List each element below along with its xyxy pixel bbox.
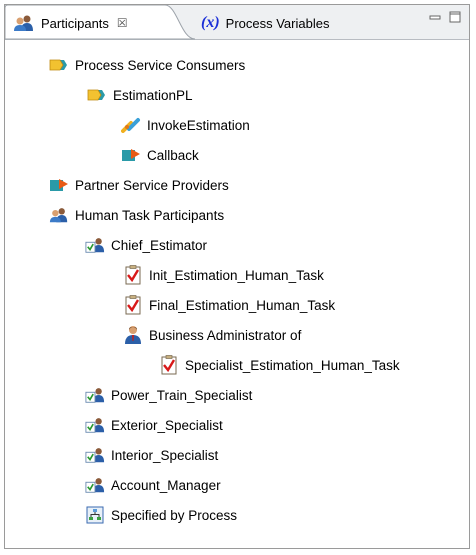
tree-item-chief-estimator[interactable]: Chief_Estimator [85, 233, 207, 257]
role-icon [85, 476, 105, 494]
tree-item-label: Final_Estimation_Human_Task [149, 297, 336, 313]
tree-item-invoke-estimation[interactable]: InvokeEstimation [121, 113, 250, 137]
tree-item-human-task-participants[interactable]: Human Task Participants [49, 203, 224, 227]
tree-item-interior-specialist[interactable]: Interior_Specialist [85, 443, 218, 467]
human-task-icon [123, 265, 143, 285]
admin-person-icon [123, 326, 143, 344]
human-task-icon [123, 295, 143, 315]
tree-item-label: Exterior_Specialist [111, 417, 223, 433]
tree-item-label: Business Administrator of [149, 327, 302, 343]
tree-item-label: InvokeEstimation [147, 117, 250, 133]
variable-icon: (x) [201, 14, 220, 31]
tree-item-label: Chief_Estimator [111, 237, 208, 253]
tree-item-label: Partner Service Providers [75, 177, 229, 193]
tree-item-specialist-estimation[interactable]: Specialist_Estimation_Human_Task [159, 353, 400, 377]
tree-item-account-manager[interactable]: Account_Manager [85, 473, 221, 497]
tree-item-final-estimation[interactable]: Final_Estimation_Human_Task [123, 293, 335, 317]
tree-item-label: Process Service Consumers [75, 57, 246, 73]
process-icon [85, 506, 105, 524]
maximize-icon[interactable] [449, 11, 461, 26]
people-icon [13, 14, 35, 32]
window-controls [429, 11, 461, 26]
tab-bar: Participants ☒ (x) Process Variables [5, 5, 469, 40]
service-consumer-icon [49, 56, 69, 74]
tree-item-label: EstimationPL [113, 87, 193, 103]
tree-item-power-train-specialist[interactable]: Power_Train_Specialist [85, 383, 252, 407]
service-provider-icon [49, 176, 69, 194]
participants-tree: Process Service Consumers EstimationPL I… [5, 39, 469, 548]
tree-item-exterior-specialist[interactable]: Exterior_Specialist [85, 413, 223, 437]
invoke-icon [121, 116, 141, 134]
tab-process-variables[interactable]: (x) Process Variables [201, 14, 329, 32]
tab-participants[interactable]: Participants ☒ [5, 5, 196, 40]
close-icon[interactable]: ☒ [117, 16, 128, 30]
tree-item-process-service-consumers[interactable]: Process Service Consumers [49, 53, 245, 77]
callback-icon [121, 146, 141, 164]
role-icon [85, 386, 105, 404]
role-icon [85, 416, 105, 434]
tree-item-partner-service-providers[interactable]: Partner Service Providers [49, 173, 229, 197]
tree-item-estimationpl[interactable]: EstimationPL [87, 83, 193, 107]
role-icon [85, 236, 105, 254]
people-icon [49, 206, 69, 224]
tree-item-label: Callback [147, 147, 199, 163]
tab-process-variables-label: Process Variables [225, 15, 330, 31]
tree-item-label: Specified by Process [111, 507, 238, 523]
role-icon [85, 446, 105, 464]
tab-participants-label: Participants [41, 15, 109, 31]
participants-view: Participants ☒ (x) Process Variables Pro… [4, 4, 470, 549]
tree-item-label: Init_Estimation_Human_Task [149, 267, 324, 283]
tree-item-business-administrator[interactable]: Business Administrator of [123, 323, 301, 347]
tree-item-label: Power_Train_Specialist [111, 387, 253, 403]
tree-item-label: Human Task Participants [75, 207, 225, 223]
tree-item-label: Specialist_Estimation_Human_Task [185, 357, 400, 373]
minimize-icon[interactable] [429, 11, 441, 26]
tree-item-callback[interactable]: Callback [121, 143, 199, 167]
tree-item-specified-by-process[interactable]: Specified by Process [85, 503, 237, 527]
tree-item-init-estimation[interactable]: Init_Estimation_Human_Task [123, 263, 324, 287]
service-consumer-icon [87, 86, 107, 104]
human-task-icon [159, 355, 179, 375]
tree-item-label: Interior_Specialist [111, 447, 219, 463]
tree-item-label: Account_Manager [111, 477, 221, 493]
